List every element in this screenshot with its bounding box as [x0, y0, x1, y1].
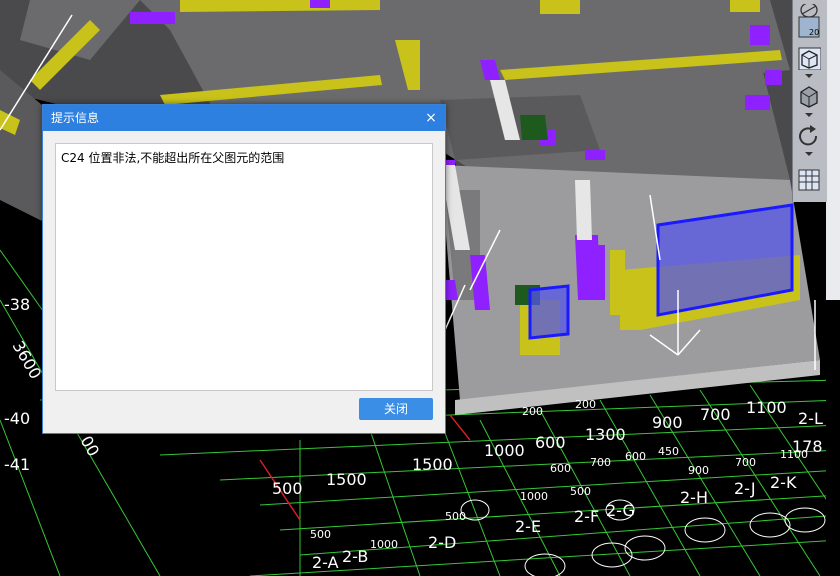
dropdown-arrow-icon[interactable]: [805, 113, 813, 117]
3d-box-wire-icon[interactable]: [796, 44, 822, 72]
dim-label: 1500: [412, 455, 453, 474]
dim-label: 1000: [484, 441, 525, 460]
dim-label: 600: [535, 433, 566, 452]
dim-label: 3600: [9, 338, 46, 383]
dim-label: 1000: [370, 538, 398, 551]
dim-label: 600: [625, 450, 646, 463]
axis-label: 2-A: [312, 553, 339, 572]
right-edge-panel: [826, 0, 840, 300]
dim-label: 500: [445, 510, 466, 523]
view-toolbar: 20: [792, 0, 827, 202]
message-textbox[interactable]: C24 位置非法,不能超出所在父图元的范围: [55, 143, 433, 391]
axis-bubbles: [460, 499, 826, 576]
dim-label: 1100: [746, 398, 787, 417]
3d-box-solid-icon[interactable]: [796, 82, 822, 110]
dim-label: 1000: [520, 490, 548, 503]
dim-label: 900: [652, 413, 683, 432]
dialog-title-bar[interactable]: 提示信息 ×: [43, 105, 445, 131]
axis-label: 2-K: [770, 473, 797, 492]
dropdown-arrow-icon[interactable]: [805, 74, 813, 78]
close-icon[interactable]: ×: [423, 105, 439, 131]
green-block: [520, 115, 548, 140]
dim-label: 00: [77, 433, 104, 460]
axis-label: 2-E: [515, 517, 541, 536]
dim-label: 700: [700, 405, 731, 424]
dim-label: 200: [522, 405, 543, 418]
axis-label: -41: [4, 455, 30, 474]
axis-label: 2-D: [428, 533, 456, 552]
dim-label: 500: [310, 528, 331, 541]
dialog-title: 提示信息: [51, 111, 100, 125]
scale-label: 20: [809, 28, 819, 37]
axis-label: 2-B: [342, 547, 368, 566]
dropdown-arrow-icon[interactable]: [805, 152, 813, 156]
message-dialog: 提示信息 × C24 位置非法,不能超出所在父图元的范围 关闭: [42, 104, 446, 434]
dim-label: 500: [570, 485, 591, 498]
dim-label: 700: [590, 456, 611, 469]
dim-label: 500: [272, 479, 303, 498]
axis-label: 2-L: [798, 409, 823, 428]
axis-label: 2-H: [680, 488, 708, 507]
dim-label: 1300: [585, 425, 626, 444]
axis-label: 2-J: [734, 479, 756, 498]
axis-label: 2-F: [574, 507, 599, 526]
rotate-icon[interactable]: [796, 122, 822, 150]
dim-label: 1100: [780, 448, 808, 461]
dialog-message: C24 位置非法,不能超出所在父图元的范围: [61, 151, 285, 165]
axis-label: -40: [4, 409, 30, 428]
dim-label: 700: [735, 456, 756, 469]
scale-20-icon[interactable]: 20: [796, 14, 822, 40]
grid-table-icon[interactable]: [796, 166, 822, 194]
dim-label: 900: [688, 464, 709, 477]
dim-label: 450: [658, 445, 679, 458]
dim-label: 1500: [326, 470, 367, 489]
axis-label: 2-G: [606, 501, 635, 520]
close-button[interactable]: 关闭: [359, 398, 433, 420]
dim-label: 600: [550, 462, 571, 475]
axis-label: -38: [4, 295, 30, 314]
dim-label: 200: [575, 398, 596, 411]
